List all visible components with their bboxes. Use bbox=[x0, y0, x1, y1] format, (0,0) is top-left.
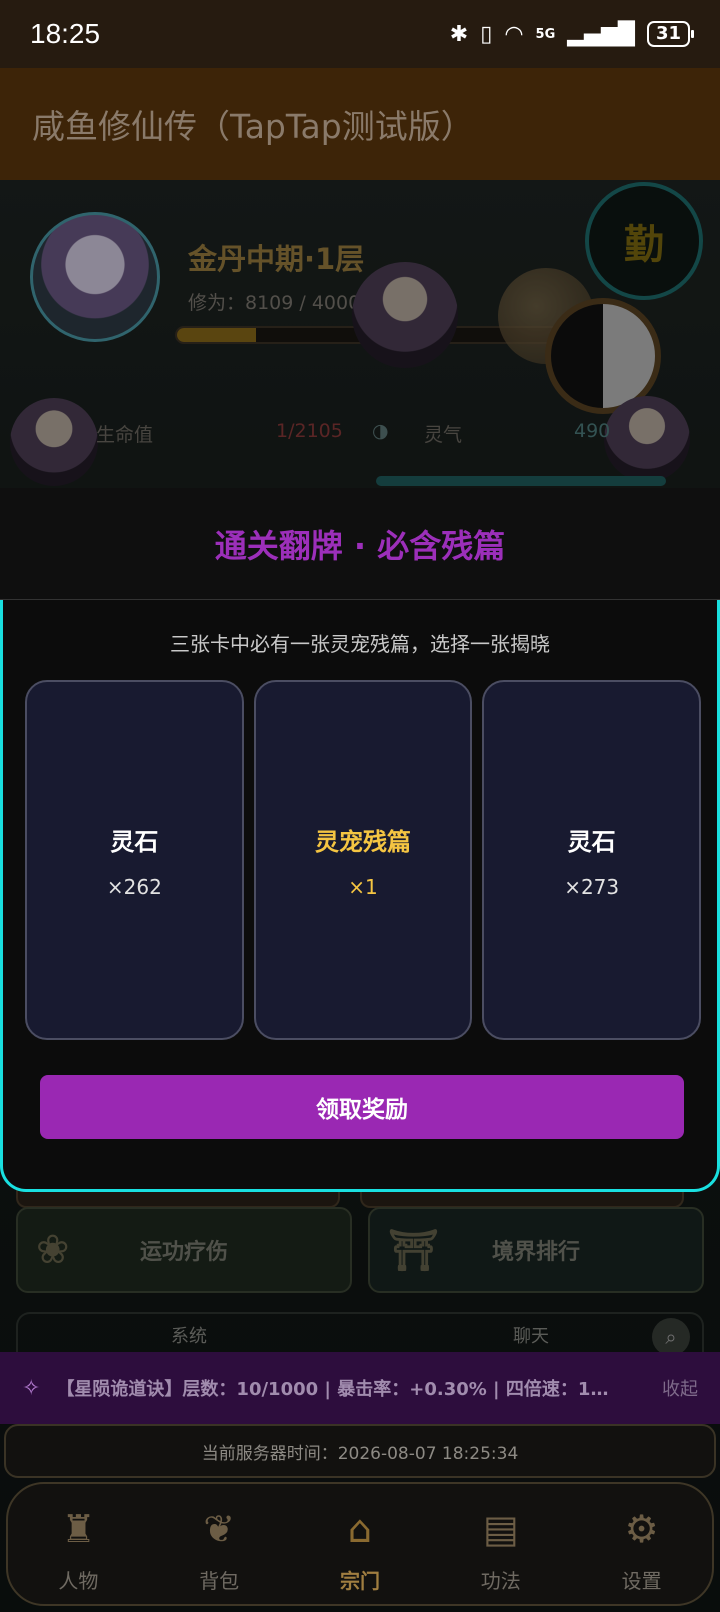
hidden-button-right bbox=[360, 1190, 684, 1208]
card-name: 灵石 bbox=[567, 827, 616, 856]
heal-button[interactable]: ❀ 运功疗伤 bbox=[16, 1207, 352, 1293]
modal-title: 通关翻牌 · 必含残篇 bbox=[214, 526, 506, 565]
gear-icon: ⚙ bbox=[624, 1507, 659, 1551]
qi-value: 490 bbox=[574, 420, 611, 442]
signal-icon: ▂▄▆█ bbox=[567, 21, 635, 47]
player-realm: 金丹中期·1层 bbox=[188, 242, 365, 276]
status-icons: ✱ ▯ ◠ 5G ▂▄▆█ 31 bbox=[449, 21, 695, 47]
diligence-badge[interactable]: 勤 bbox=[585, 182, 703, 300]
app-title: 咸鱼修仙传（TapTap测试版） bbox=[32, 107, 474, 146]
sparkle-icon: ✧ bbox=[22, 1375, 41, 1401]
nav-item-character[interactable]: ♜ 人物 bbox=[8, 1484, 149, 1604]
bluetooth-icon: ✱ bbox=[449, 21, 469, 47]
nav-item-sect[interactable]: ⌂ 宗门 bbox=[290, 1484, 431, 1604]
wifi-icon: ◠ bbox=[504, 21, 524, 47]
nav-item-techniques[interactable]: ▤ 功法 bbox=[430, 1484, 571, 1604]
cultivation-progress-text: 修为：8109 / 40000 bbox=[188, 292, 373, 314]
card-name: 灵宠残篇 bbox=[315, 827, 411, 856]
heal-button-label: 运功疗伤 bbox=[139, 1240, 228, 1265]
chat-tabs: 系统 聊天 ⌕ bbox=[16, 1312, 704, 1356]
qi-icon: ◑ bbox=[372, 420, 389, 442]
nav-label: 宗门 bbox=[339, 1569, 380, 1593]
card-quantity: ×1 bbox=[348, 874, 378, 899]
nav-label: 设置 bbox=[621, 1569, 662, 1593]
tab-chat[interactable]: 聊天 bbox=[360, 1322, 702, 1348]
hidden-button-left bbox=[16, 1190, 340, 1208]
realm-ranking-button[interactable]: ⛩ 境界排行 bbox=[368, 1207, 704, 1293]
qi-bar bbox=[376, 476, 666, 486]
hp-value: 1/2105 bbox=[276, 420, 343, 442]
buff-text: 【星陨诡道诀】层数：10/1000 | 暴击率：+0.30% | 四倍速：152… bbox=[56, 1379, 617, 1400]
realm-ranking-label: 境界排行 bbox=[491, 1240, 580, 1265]
nav-item-settings[interactable]: ⚙ 设置 bbox=[571, 1484, 712, 1604]
character-icon: ♜ bbox=[61, 1507, 96, 1551]
tab-system[interactable]: 系统 bbox=[18, 1322, 360, 1348]
battery-icon: 31 bbox=[646, 21, 695, 47]
nav-item-bag[interactable]: ❦ 背包 bbox=[149, 1484, 290, 1604]
search-icon[interactable]: ⌕ bbox=[652, 1318, 690, 1356]
lotus-icon: ❀ bbox=[36, 1227, 70, 1273]
card-name: 灵石 bbox=[110, 827, 159, 856]
modal-header: 通关翻牌 · 必含残篇 bbox=[0, 488, 720, 600]
nav-label: 功法 bbox=[480, 1569, 521, 1593]
card-quantity: ×262 bbox=[106, 874, 162, 899]
companion-portrait-center[interactable] bbox=[352, 262, 458, 368]
app-title-bar: 咸鱼修仙传（TapTap测试版） bbox=[0, 68, 720, 180]
companion-portrait-left[interactable] bbox=[10, 398, 98, 486]
reward-card-1[interactable]: 灵石 ×262 bbox=[25, 680, 244, 1040]
status-time: 18:25 bbox=[30, 18, 101, 49]
card-quantity: ×273 bbox=[564, 874, 620, 899]
pagoda-icon: ⛩ bbox=[388, 1227, 439, 1274]
server-time-text: 当前服务器时间：2026-08-07 18:25:34 bbox=[201, 1443, 519, 1464]
flip-card-modal: 三张卡中必有一张灵宠残篇，选择一张揭晓 灵石 ×262 灵宠残篇 ×1 灵石 ×… bbox=[0, 600, 720, 1192]
nav-label: 背包 bbox=[199, 1569, 240, 1593]
companion-portrait-right[interactable] bbox=[604, 396, 690, 482]
vibrate-icon: ▯ bbox=[480, 21, 493, 47]
bottom-nav: ♜ 人物 ❦ 背包 ⌂ 宗门 ▤ 功法 ⚙ 设置 bbox=[6, 1482, 714, 1606]
card-row: 灵石 ×262 灵宠残篇 ×1 灵石 ×273 bbox=[25, 680, 702, 1040]
collapse-button[interactable]: 收起 bbox=[662, 1375, 698, 1401]
claim-reward-button[interactable]: 领取奖励 bbox=[40, 1075, 684, 1139]
sect-icon: ⌂ bbox=[347, 1507, 373, 1551]
modal-subtitle: 三张卡中必有一张灵宠残篇，选择一张揭晓 bbox=[170, 632, 550, 656]
status-bar: 18:25 ✱ ▯ ◠ 5G ▂▄▆█ 31 bbox=[0, 0, 720, 68]
qi-label: 灵气 bbox=[424, 424, 463, 446]
nav-label: 人物 bbox=[58, 1569, 99, 1593]
server-time: 当前服务器时间：2026-08-07 18:25:34 bbox=[4, 1424, 716, 1478]
bag-icon: ❦ bbox=[203, 1507, 236, 1551]
player-avatar[interactable] bbox=[30, 212, 160, 342]
reward-card-3[interactable]: 灵石 ×273 bbox=[482, 680, 702, 1040]
reward-card-2[interactable]: 灵宠残篇 ×1 bbox=[253, 680, 473, 1040]
scroll-icon: ▤ bbox=[482, 1507, 519, 1551]
hp-label: 生命值 bbox=[96, 424, 154, 446]
cultivation-progress-fill bbox=[177, 328, 257, 342]
buff-banner: ✧ 【星陨诡道诀】层数：10/1000 | 暴击率：+0.30% | 四倍速：1… bbox=[0, 1352, 720, 1424]
network-type: 5G bbox=[535, 26, 556, 42]
